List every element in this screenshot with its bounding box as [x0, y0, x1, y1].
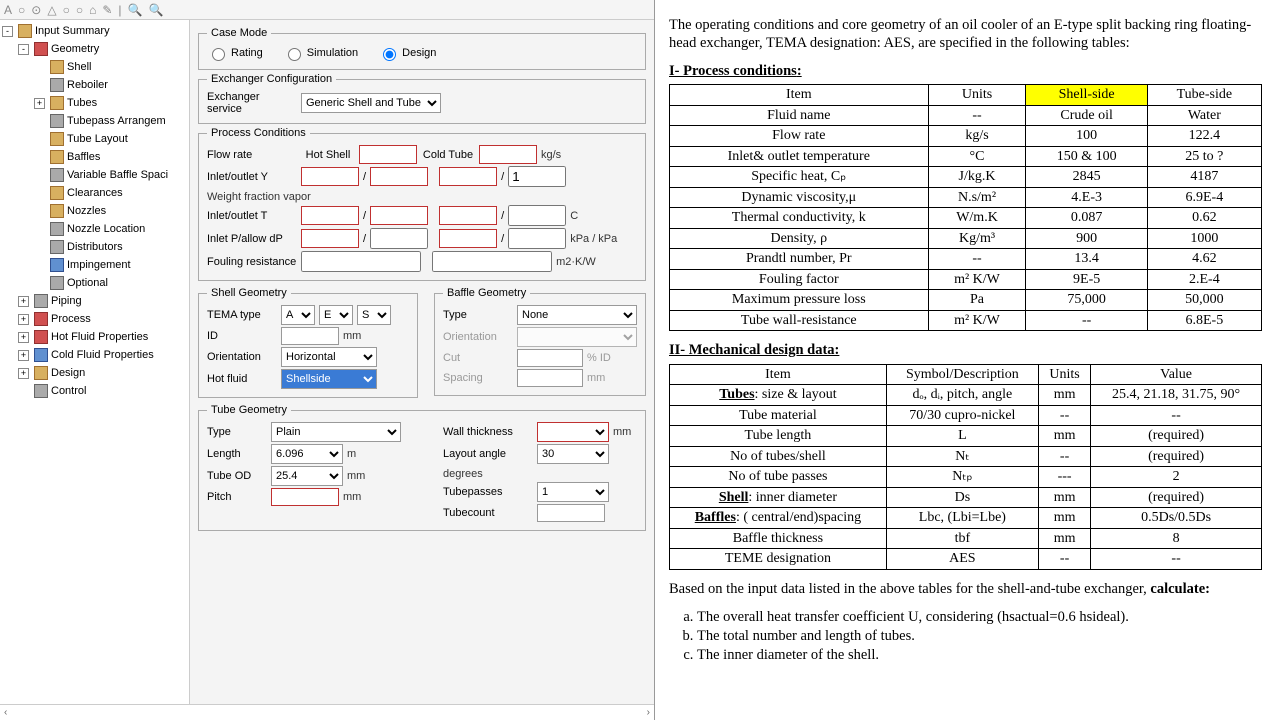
toolbar-btn[interactable]: ⊙ [31, 3, 41, 17]
tree-item[interactable]: Clearances [0, 184, 189, 202]
shell-geometry-group: Shell Geometry TEMA type A E S ID mm [198, 287, 418, 398]
tree-item[interactable]: Baffles [0, 148, 189, 166]
tema-b-select[interactable]: E [319, 305, 353, 325]
tree-root[interactable]: -Input Summary [0, 22, 189, 40]
tube-length-select[interactable]: 6.096 [271, 444, 343, 464]
tube-od-select[interactable]: 25.4 [271, 466, 343, 486]
application-panel: A ○ ⊙ △ ○ ○ ⌂ ✎ | 🔍 🔍 -Input Summary-Geo… [0, 0, 655, 720]
baffle-spacing-input[interactable] [517, 369, 583, 387]
exchanger-config-group: Exchanger Configuration Exchanger servic… [198, 73, 646, 124]
section-heading: II- Mechanical design data: [669, 341, 1274, 359]
tree-item[interactable]: +Design [0, 364, 189, 382]
toolbar-btn[interactable]: ✎ [102, 3, 112, 17]
tree-item[interactable]: +Process [0, 310, 189, 328]
tree-item[interactable]: Nozzles [0, 202, 189, 220]
tubecount-input[interactable] [537, 504, 605, 522]
tree-item[interactable]: +Piping [0, 292, 189, 310]
toolbar-btn[interactable]: ○ [18, 3, 25, 17]
tube-pitch-input[interactable] [271, 488, 339, 506]
section-heading: I- Process conditions: [669, 62, 1274, 80]
question-list: The overall heat transfer coefficient U,… [669, 608, 1274, 664]
tema-c-select[interactable]: S [357, 305, 391, 325]
document-panel: The operating conditions and core geomet… [655, 0, 1280, 720]
tree-item[interactable]: +Tubes [0, 94, 189, 112]
casemode-radio[interactable]: Design [378, 45, 436, 61]
horizontal-scrollbar[interactable]: ‹› [0, 704, 654, 720]
casemode-radio[interactable]: Simulation [283, 45, 358, 61]
geometry-form: Case Mode Rating Simulation Design Excha… [190, 20, 654, 704]
case-mode-group: Case Mode Rating Simulation Design [198, 27, 646, 70]
tree-item[interactable]: Reboiler [0, 76, 189, 94]
navigation-tree[interactable]: -Input Summary-GeometryShellReboiler+Tub… [0, 20, 190, 704]
tree-item[interactable]: Variable Baffle Spaci [0, 166, 189, 184]
orientation-select[interactable]: Horizontal [281, 347, 377, 367]
baffle-geometry-group: Baffle Geometry Type None Orientation Cu… [434, 287, 646, 396]
toolbar-btn[interactable]: ○ [76, 3, 83, 17]
process-conditions-group: Process Conditions Flow rateHot Shell Co… [198, 127, 646, 281]
tree-item[interactable]: Nozzle Location [0, 220, 189, 238]
tree-item[interactable]: -Geometry [0, 40, 189, 58]
mechanical-design-table: ItemSymbol/DescriptionUnitsValueTubes: s… [669, 364, 1262, 570]
tree-item[interactable]: +Hot Fluid Properties [0, 328, 189, 346]
layout-angle-select[interactable]: 30 [537, 444, 609, 464]
toolbar-btn[interactable]: △ [47, 3, 56, 17]
zoom-out-icon[interactable]: 🔍 [148, 3, 163, 17]
tema-a-select[interactable]: A [281, 305, 315, 325]
hot-fluid-select[interactable]: Shellside [281, 369, 377, 389]
toolbar-btn[interactable]: ○ [63, 3, 70, 17]
tubepasses-select[interactable]: 1 [537, 482, 609, 502]
zoom-in-icon[interactable]: 🔍 [128, 3, 143, 17]
casemode-radio[interactable]: Rating [207, 45, 263, 61]
exchanger-service-select[interactable]: Generic Shell and Tube [301, 93, 441, 113]
tube-type-select[interactable]: Plain [271, 422, 401, 442]
toolbar-btn[interactable]: ⌂ [89, 3, 96, 17]
tree-item[interactable]: Impingement [0, 256, 189, 274]
tree-item[interactable]: Shell [0, 58, 189, 76]
tree-item[interactable]: +Cold Fluid Properties [0, 346, 189, 364]
toolbar: A ○ ⊙ △ ○ ○ ⌂ ✎ | 🔍 🔍 [0, 0, 654, 20]
baffle-type-select[interactable]: None [517, 305, 637, 325]
baffle-cut-input[interactable] [517, 349, 583, 367]
tree-item[interactable]: Tube Layout [0, 130, 189, 148]
tree-item[interactable]: Tubepass Arrangem [0, 112, 189, 130]
legend: Case Mode [207, 27, 271, 39]
tree-item[interactable]: Optional [0, 274, 189, 292]
shell-id-input[interactable] [281, 327, 339, 345]
tube-geometry-group: Tube Geometry Type Plain Length 6.096 m … [198, 404, 646, 531]
tree-item[interactable]: Control [0, 382, 189, 400]
process-conditions-table: ItemUnitsShell-sideTube-sideFluid name--… [669, 84, 1262, 331]
intro-text: The operating conditions and core geomet… [669, 16, 1274, 52]
wall-thickness-select[interactable] [537, 422, 609, 442]
baffle-orient-select[interactable] [517, 327, 637, 347]
toolbar-btn[interactable]: A [4, 3, 12, 17]
tree-item[interactable]: Distributors [0, 238, 189, 256]
